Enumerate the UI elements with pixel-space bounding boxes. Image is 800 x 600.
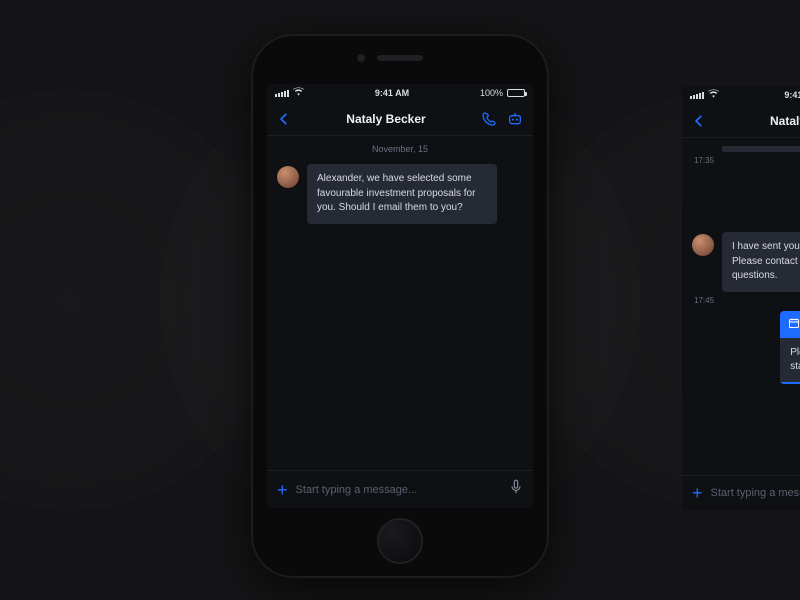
status-bar-2: 9:41 AM <box>682 86 800 104</box>
message-row: I have sent you th Please contact me que… <box>682 228 800 296</box>
scroll-hint <box>722 146 800 152</box>
task-card[interactable]: 20.12.2017, 12 Please prepare an stateme… <box>780 311 800 384</box>
message-input-2[interactable] <box>711 487 800 499</box>
status-time-2: 9:41 AM <box>719 90 800 100</box>
timestamp: 17:35 <box>682 156 800 165</box>
wifi-icon <box>293 87 304 99</box>
chat-header-2: Nataly B <box>682 104 800 138</box>
back-button[interactable] <box>692 114 706 128</box>
avatar[interactable] <box>692 234 714 256</box>
battery-pct: 100% <box>480 88 503 98</box>
phone-speaker <box>377 55 423 61</box>
back-button[interactable] <box>277 112 291 126</box>
call-button[interactable] <box>481 111 497 127</box>
message-row-out: Plea alex <box>682 167 800 215</box>
phone-device: 9:41 AM 100% Nataly Becker November, 15 <box>253 36 547 576</box>
chat-header: Nataly Becker <box>267 102 533 136</box>
mic-button[interactable] <box>509 479 523 500</box>
read-receipt-icon: ✓✓ <box>682 215 800 228</box>
message-input[interactable] <box>296 484 501 496</box>
task-row: 20.12.2017, 12 Please prepare an stateme… <box>682 307 800 388</box>
signal-icon <box>275 90 289 97</box>
chat-title-2: Nataly B <box>706 114 800 128</box>
home-button[interactable] <box>377 518 423 564</box>
app-screen: 9:41 AM 100% Nataly Becker November, 15 <box>267 84 533 508</box>
status-bar: 9:41 AM 100% <box>267 84 533 102</box>
composer-2: + <box>682 475 800 510</box>
task-body: Please prepare an statements for cu <box>780 338 800 384</box>
message-row: Alexander, we have selected some favoura… <box>267 160 533 228</box>
task-header: 20.12.2017, 12 <box>780 311 800 338</box>
calendar-icon <box>788 317 800 332</box>
avatar[interactable] <box>277 166 299 188</box>
wifi-icon <box>708 89 719 101</box>
signal-icon <box>690 92 704 99</box>
date-divider: November, 15 <box>267 136 533 160</box>
attach-button[interactable]: + <box>692 484 703 502</box>
message-bubble-incoming[interactable]: I have sent you th Please contact me que… <box>722 232 800 292</box>
status-time: 9:41 AM <box>304 88 480 98</box>
chat-title: Nataly Becker <box>291 112 481 126</box>
message-bubble-incoming[interactable]: Alexander, we have selected some favoura… <box>307 164 497 224</box>
timestamp: 17:45 <box>682 296 800 305</box>
battery-icon <box>507 89 525 97</box>
bot-button[interactable] <box>507 111 523 127</box>
phone-camera <box>357 54 365 62</box>
composer: + <box>267 470 533 508</box>
read-receipt-icon: ✓✓ <box>682 388 800 401</box>
attach-button[interactable]: + <box>277 481 288 499</box>
app-screen-secondary: 9:41 AM Nataly B 17:35 Plea alex ✓✓ I ha… <box>682 86 800 510</box>
